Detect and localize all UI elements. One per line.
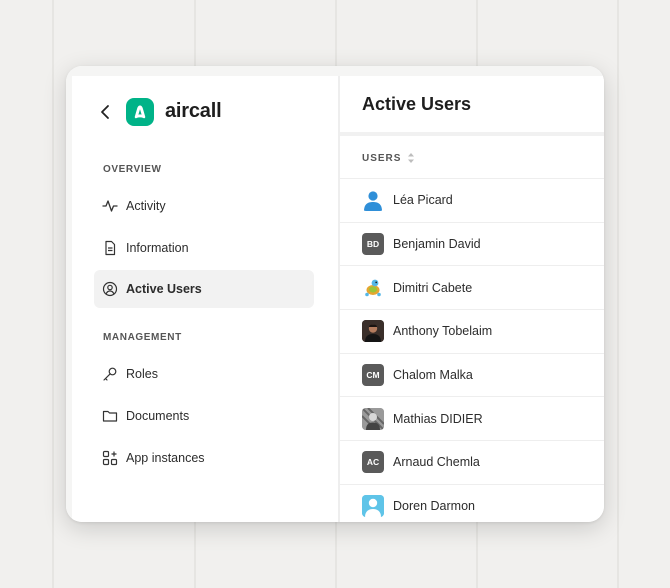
sidebar-item-information[interactable]: Information <box>94 229 314 267</box>
user-name: Doren Darmon <box>393 499 475 514</box>
avatar <box>362 407 384 430</box>
user-circle-icon <box>102 281 118 297</box>
list-item[interactable]: Doren Darmon <box>340 483 604 522</box>
document-icon <box>102 240 118 256</box>
list-item[interactable]: BD Benjamin David <box>340 221 604 266</box>
user-name: Anthony Tobelaim <box>393 324 493 339</box>
sidebar-item-roles[interactable]: Roles <box>94 355 314 393</box>
avatar: CM <box>362 364 384 387</box>
sidebar-item-activity[interactable]: Activity <box>94 187 314 225</box>
sidebar-item-label: Information <box>126 241 189 255</box>
person-icon <box>362 189 384 212</box>
avatar <box>362 320 384 343</box>
person-icon <box>362 495 384 518</box>
list-item[interactable]: Anthony Tobelaim <box>340 309 604 353</box>
chevron-left-icon <box>101 105 109 119</box>
user-name: Léa Picard <box>393 193 453 208</box>
sidebar-item-label: Roles <box>126 367 158 381</box>
users-column-header[interactable]: USERS <box>362 152 415 164</box>
user-name: Dimitri Cabete <box>393 280 473 295</box>
sidebar-item-label: Active Users <box>126 282 202 296</box>
brand-name: aircall <box>165 100 222 122</box>
users-list: Léa Picard BD Benjamin David Dimitri Cab… <box>340 178 604 522</box>
user-name: Mathias DIDIER <box>393 411 483 426</box>
sidebar-item-label: Activity <box>126 199 166 213</box>
user-name: Arnaud Chemla <box>393 455 480 470</box>
aircall-logo <box>126 98 154 126</box>
list-item[interactable]: Mathias DIDIER <box>340 396 604 440</box>
sidebar-item-app-instances[interactable]: App instances <box>94 439 314 477</box>
user-name: Benjamin David <box>393 237 481 252</box>
section-management: MANAGEMENT <box>103 332 182 343</box>
sidebar-item-label: Documents <box>126 409 190 423</box>
main-panel: Active Users USERS Léa Picard BD Benjami… <box>340 76 604 522</box>
sidebar-item-documents[interactable]: Documents <box>94 397 314 435</box>
list-item[interactable]: AC Arnaud Chemla <box>340 440 604 484</box>
sort-icon <box>407 152 415 164</box>
back-button[interactable] <box>98 102 114 122</box>
user-name: Chalom Malka <box>393 368 473 383</box>
activity-icon <box>102 198 118 214</box>
key-icon <box>102 366 118 382</box>
avatar: BD <box>362 233 384 256</box>
avatar: AC <box>362 451 384 474</box>
apps-icon <box>102 450 118 466</box>
sidebar-item-active-users[interactable]: Active Users <box>94 270 314 308</box>
turtle-icon <box>362 277 384 299</box>
app-card: aircall OVERVIEW Activity Information Ac… <box>66 66 604 522</box>
page-title: Active Users <box>362 94 472 114</box>
sidebar: aircall OVERVIEW Activity Information Ac… <box>72 76 340 522</box>
aircall-logo-icon <box>134 105 146 119</box>
list-item[interactable]: Léa Picard <box>340 178 604 222</box>
section-overview: OVERVIEW <box>103 164 162 175</box>
list-item[interactable]: Dimitri Cabete <box>340 265 604 309</box>
sidebar-item-label: App instances <box>126 451 205 465</box>
folder-icon <box>102 408 118 424</box>
list-item[interactable]: CM Chalom Malka <box>340 352 604 397</box>
